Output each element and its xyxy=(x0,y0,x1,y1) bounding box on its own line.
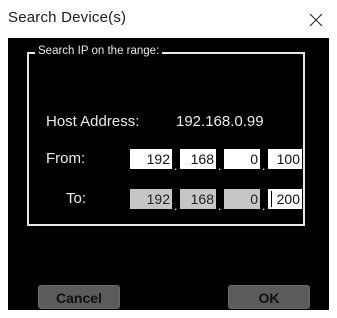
to-ip-dot-1: . xyxy=(174,199,178,213)
close-button[interactable] xyxy=(306,10,326,30)
from-ip-octet-2[interactable] xyxy=(180,149,216,169)
from-label: From: xyxy=(46,150,86,167)
cancel-button[interactable]: Cancel xyxy=(38,285,120,309)
from-ip-dot-3: . xyxy=(262,159,266,173)
host-address-value: 192.168.0.99 xyxy=(176,113,264,130)
from-ip-dot-1: . xyxy=(174,159,178,173)
to-ip-octet-3[interactable] xyxy=(224,189,260,209)
from-ip-octet-4[interactable] xyxy=(268,149,302,169)
ok-button[interactable]: OK xyxy=(228,285,310,309)
to-ip-octet-4[interactable] xyxy=(268,189,302,209)
window-title: Search Device(s) xyxy=(8,9,127,26)
text-cursor xyxy=(271,191,272,207)
from-ip-octet-3[interactable] xyxy=(224,149,260,169)
title-bar: Search Device(s) xyxy=(0,0,337,38)
from-ip-dot-2: . xyxy=(218,159,222,173)
from-ip-octet-1[interactable] xyxy=(130,149,172,169)
to-ip-octet-2[interactable] xyxy=(180,189,216,209)
group-legend: Search IP on the range: xyxy=(35,44,163,58)
to-label: To: xyxy=(66,190,87,207)
to-ip-octet-1[interactable] xyxy=(130,189,172,209)
to-ip-dot-3: . xyxy=(262,199,266,213)
close-icon xyxy=(309,13,323,27)
to-ip-dot-2: . xyxy=(218,199,222,213)
host-address-label: Host Address: xyxy=(46,113,140,130)
